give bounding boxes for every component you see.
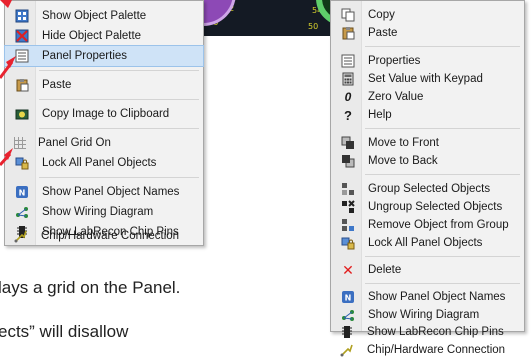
menu-item-group[interactable]: Group Selected Objects (331, 179, 524, 199)
menu-item-show-object-names[interactable]: N Show Panel Object Names (5, 182, 203, 202)
menu-item-chip-hardware-connection[interactable]: Chip/Hardware Connection (4, 226, 202, 246)
menu-item-label: Hide Object Palette (42, 30, 142, 42)
menu-item-zero-value[interactable]: 0 Zero Value (331, 87, 524, 107)
menu-separator (365, 128, 520, 129)
chip-icon (339, 324, 355, 340)
menu-item-label: Show Wiring Diagram (42, 206, 154, 218)
menu-item-label: Properties (368, 55, 421, 67)
menu-item-lock-all[interactable]: Lock All Panel Objects (331, 233, 524, 253)
properties-icon (340, 53, 356, 69)
menu-item-show-object-names[interactable]: N Show Panel Object Names (331, 287, 524, 307)
menu-item-label: Ungroup Selected Objects (368, 201, 503, 213)
menu-item-label: Panel Properties (42, 50, 128, 62)
connection-icon (13, 228, 29, 244)
copy-icon (340, 7, 356, 23)
menu-item-label: Zero Value (368, 91, 424, 103)
menu-item-ungroup[interactable]: Ungroup Selected Objects (331, 197, 524, 217)
menu-separator (39, 70, 199, 71)
names-icon: N (340, 289, 356, 305)
menu-item-label: Chip/Hardware Connection (41, 230, 180, 242)
menu-item-label: Help (368, 109, 392, 121)
names-icon: N (14, 184, 30, 200)
menu-item-label: Show Panel Object Names (42, 186, 180, 198)
pointer-arrows (0, 0, 16, 167)
menu-item-label: Chip/Hardware Connection (367, 344, 506, 356)
body-text-line: ects” will disallow (0, 322, 129, 341)
connection-icon (339, 342, 355, 358)
menu-item-label: Show LabRecon Chip Pins (367, 326, 504, 338)
menu-item-label: Move to Back (368, 155, 438, 167)
body-text-line: lays a grid on the Panel. (0, 278, 181, 297)
menu-item-move-back[interactable]: Move to Back (331, 151, 524, 171)
menu-item-label: Show Panel Object Names (368, 291, 506, 303)
group-icon (340, 181, 356, 197)
delete-icon: ✕ (342, 262, 354, 278)
menu-item-set-value-keypad[interactable]: Set Value with Keypad (331, 69, 524, 89)
menu-item-label: Lock All Panel Objects (42, 157, 157, 169)
move-back-icon (340, 153, 356, 169)
wiring-icon (14, 204, 30, 220)
menu-item-move-front[interactable]: Move to Front (331, 133, 524, 153)
paste-icon (340, 25, 356, 41)
menu-item-delete[interactable]: ✕ Delete (331, 260, 524, 280)
menu-item-properties[interactable]: Properties (331, 51, 524, 71)
svg-text:N: N (19, 189, 26, 198)
menu-separator (365, 174, 520, 175)
menu-item-label: Lock All Panel Objects (368, 237, 483, 249)
menu-item-label: Group Selected Objects (368, 183, 491, 195)
menu-separator (365, 256, 520, 257)
menu-item-label: Remove Object from Group (368, 219, 509, 231)
wiring-icon (340, 307, 356, 323)
menu-item-chip-hardware-connection[interactable]: Chip/Hardware Connection (330, 340, 523, 360)
menu-item-help[interactable]: ? Help (331, 105, 524, 125)
menu-item-label: Delete (368, 264, 402, 276)
lock-icon (340, 235, 356, 251)
menu-item-label: Set Value with Keypad (368, 73, 483, 85)
menu-item-paste[interactable]: Paste (331, 23, 524, 43)
menu-item-copy[interactable]: Copy (331, 5, 524, 25)
menu-item-label: Copy Image to Clipboard (42, 108, 170, 120)
menu-item-label: Move to Front (368, 137, 439, 149)
move-front-icon (340, 135, 356, 151)
menu-item-label: Show Wiring Diagram (368, 309, 480, 321)
menu-item-show-chip-pins[interactable]: Show LabRecon Chip Pins (330, 322, 523, 342)
menu-separator (39, 128, 199, 129)
menu-item-show-wiring[interactable]: Show Wiring Diagram (5, 202, 203, 222)
menu-separator (365, 283, 520, 284)
menu-separator (39, 177, 199, 178)
ungroup-icon (340, 199, 356, 215)
menu-item-label: Paste (42, 79, 72, 91)
menu-item-label: Paste (368, 27, 398, 39)
remove-group-icon (340, 217, 356, 233)
gauge-number: 50 (308, 22, 319, 31)
menu-separator (365, 46, 520, 47)
menu-item-label: Panel Grid On (38, 137, 111, 149)
zero-icon: 0 (344, 90, 352, 104)
help-icon: ? (344, 107, 352, 123)
svg-text:N: N (345, 294, 352, 303)
menu-item-label: Show Object Palette (42, 10, 147, 22)
menu-separator (39, 99, 199, 100)
keypad-icon (340, 71, 356, 87)
object-context-menu: Copy Paste Properties Set Value with Key… (330, 0, 525, 332)
menu-item-label: Copy (368, 9, 395, 21)
menu-item-remove-from-group[interactable]: Remove Object from Group (331, 215, 524, 235)
